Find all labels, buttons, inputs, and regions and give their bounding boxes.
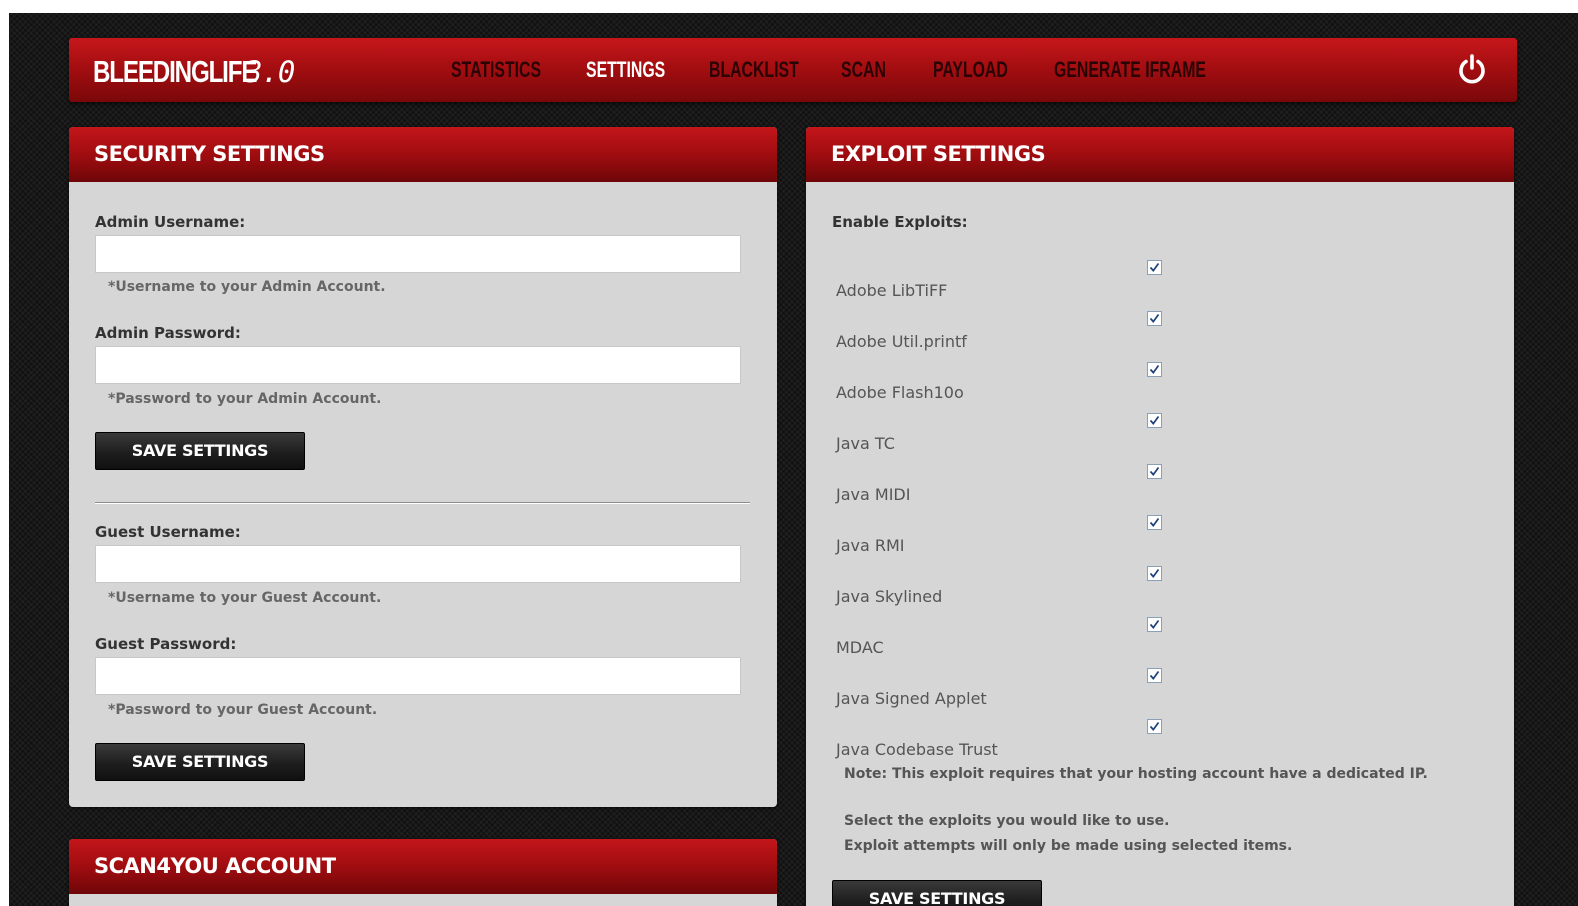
exploit-settings-panel: EXPLOIT SETTINGS Enable Exploits: Adobe … xyxy=(806,127,1514,906)
power-icon[interactable] xyxy=(1456,53,1488,85)
exploit-info-line-2: Exploit attempts will only be made using… xyxy=(844,838,1293,854)
exploit-name: Adobe Flash10o xyxy=(836,383,964,402)
save-settings-button-admin[interactable]: SAVE SETTINGS xyxy=(95,432,305,470)
exploit-note: Note: This exploit requires that your ho… xyxy=(844,766,1428,782)
scan4you-account-panel: SCAN4YOU ACCOUNT xyxy=(69,839,777,906)
checkmark-icon xyxy=(1149,568,1160,578)
checkmark-icon xyxy=(1149,313,1160,323)
nav-item-settings[interactable]: SETTINGS xyxy=(586,57,665,83)
guest-password-label: Guest Password: xyxy=(95,635,237,653)
admin-password-label: Admin Password: xyxy=(95,324,241,342)
checkmark-icon xyxy=(1149,721,1160,731)
exploit-name: Adobe LibTiFF xyxy=(836,281,948,300)
exploit-name: MDAC xyxy=(836,638,884,657)
logo-version: 3.0 xyxy=(245,55,295,89)
guest-username-hint: *Username to your Guest Account. xyxy=(108,590,382,606)
exploit-name: Java MIDI xyxy=(836,485,911,504)
admin-username-input[interactable] xyxy=(95,235,741,273)
exploit-checkbox[interactable] xyxy=(1147,515,1162,530)
exploit-checkbox[interactable] xyxy=(1147,413,1162,428)
checkmark-icon xyxy=(1149,364,1160,374)
exploit-name: Java RMI xyxy=(836,536,905,555)
exploit-checkbox[interactable] xyxy=(1147,311,1162,326)
checkmark-icon xyxy=(1149,415,1160,425)
top-nav-bar: BLEEDINGLIFE 3.0 STATISTICS SETTINGS BLA… xyxy=(69,38,1517,102)
exploit-settings-title: EXPLOIT SETTINGS xyxy=(806,127,1514,182)
admin-username-hint: *Username to your Admin Account. xyxy=(108,279,386,295)
checkmark-icon xyxy=(1149,619,1160,629)
checkmark-icon xyxy=(1149,466,1160,476)
save-settings-button-exploits[interactable]: SAVE SETTINGS xyxy=(832,880,1042,906)
exploit-checkbox[interactable] xyxy=(1147,260,1162,275)
admin-password-hint: *Password to your Admin Account. xyxy=(108,391,382,407)
security-settings-panel: SECURITY SETTINGS Admin Username: *Usern… xyxy=(69,127,777,807)
checkmark-icon xyxy=(1149,262,1160,272)
guest-username-input[interactable] xyxy=(95,545,741,583)
page-background: BLEEDINGLIFE 3.0 STATISTICS SETTINGS BLA… xyxy=(9,13,1578,906)
exploit-name: Java TC xyxy=(836,434,895,453)
nav-item-statistics[interactable]: STATISTICS xyxy=(451,57,541,83)
exploit-name: Adobe Util.printf xyxy=(836,332,967,351)
section-divider xyxy=(95,502,750,504)
enable-exploits-label: Enable Exploits: xyxy=(832,213,968,231)
checkmark-icon xyxy=(1149,670,1160,680)
exploit-checkbox[interactable] xyxy=(1147,362,1162,377)
nav-item-blacklist[interactable]: BLACKLIST xyxy=(709,57,799,83)
exploit-checkbox[interactable] xyxy=(1147,464,1162,479)
nav-item-scan[interactable]: SCAN xyxy=(841,57,886,83)
nav-item-generate-iframe[interactable]: GENERATE IFRAME xyxy=(1054,57,1206,83)
exploit-checkbox[interactable] xyxy=(1147,566,1162,581)
exploit-info-line-1: Select the exploits you would like to us… xyxy=(844,813,1170,829)
save-settings-button-guest[interactable]: SAVE SETTINGS xyxy=(95,743,305,781)
scan4you-account-title: SCAN4YOU ACCOUNT xyxy=(69,839,777,894)
admin-username-label: Admin Username: xyxy=(95,213,246,231)
exploit-checkbox[interactable] xyxy=(1147,617,1162,632)
exploit-name: Java Codebase Trust xyxy=(836,740,998,759)
admin-password-input[interactable] xyxy=(95,346,741,384)
exploit-checkbox[interactable] xyxy=(1147,719,1162,734)
guest-password-input[interactable] xyxy=(95,657,741,695)
exploit-name: Java Signed Applet xyxy=(836,689,987,708)
nav-item-payload[interactable]: PAYLOAD xyxy=(933,57,1008,83)
logo-text: BLEEDINGLIFE xyxy=(93,54,257,89)
exploit-name: Java Skylined xyxy=(836,587,943,606)
guest-password-hint: *Password to your Guest Account. xyxy=(108,702,378,718)
security-settings-title: SECURITY SETTINGS xyxy=(69,127,777,182)
app-logo: BLEEDINGLIFE 3.0 xyxy=(93,54,302,90)
guest-username-label: Guest Username: xyxy=(95,523,241,541)
checkmark-icon xyxy=(1149,517,1160,527)
exploit-checkbox[interactable] xyxy=(1147,668,1162,683)
